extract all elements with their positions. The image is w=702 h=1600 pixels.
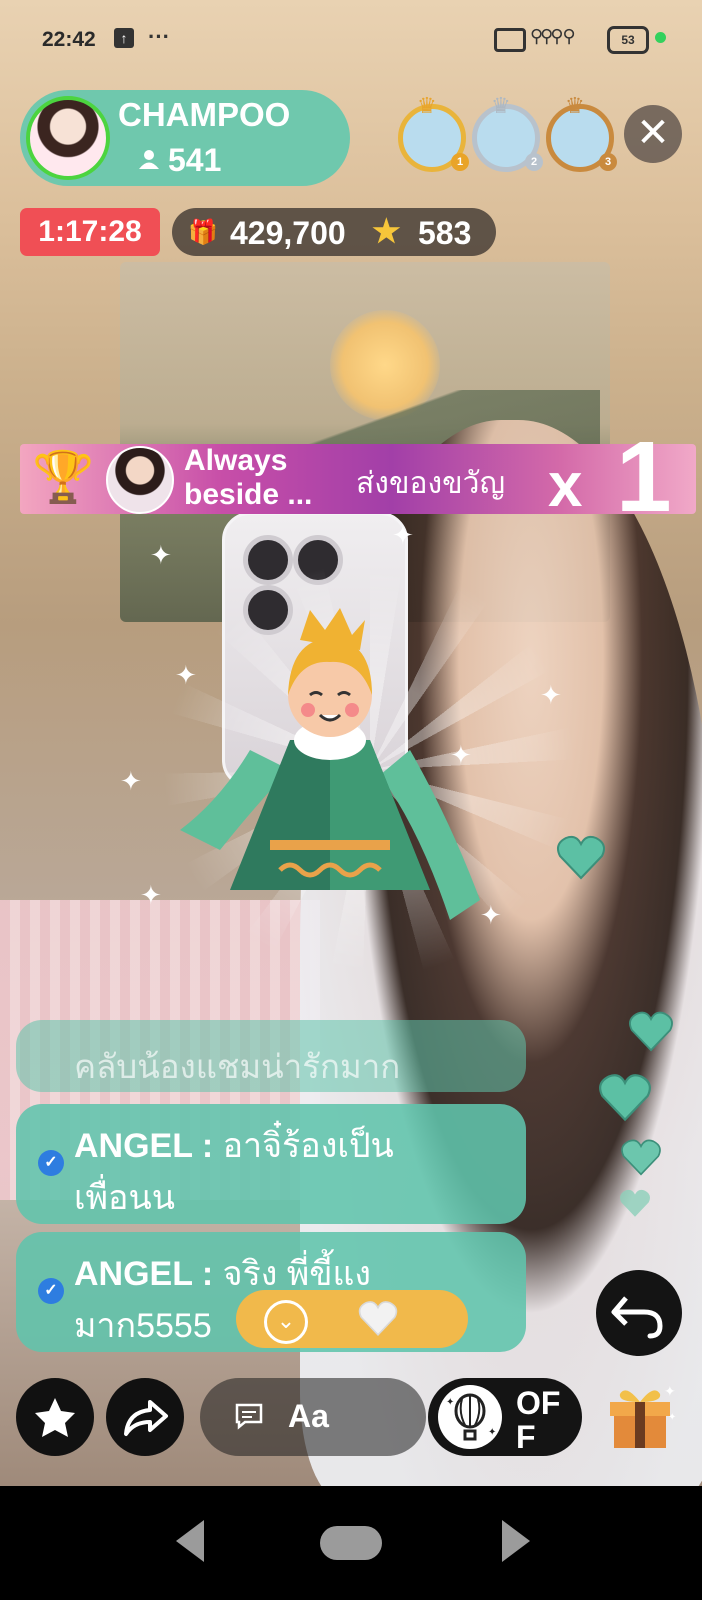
crown-icon: ♛	[491, 93, 511, 118]
camera-active-dot	[655, 32, 666, 43]
chat-username[interactable]: ANGEL	[74, 1255, 192, 1293]
chat-message-text: คลับน้องแชมน่ารักมาก	[74, 1048, 401, 1085]
chat-message-text: อาจิ๋ร้องเป็น	[222, 1127, 394, 1165]
star-icon: ★	[372, 213, 401, 249]
gift-sender-avatar	[106, 446, 174, 514]
rank-badge: 2	[525, 153, 543, 171]
chevron-down-icon[interactable]: ⌄	[264, 1300, 308, 1344]
svg-text:✦: ✦	[664, 1383, 676, 1399]
location-icons: ⚲⚲⚲ ⚲	[530, 26, 576, 46]
status-time: 22:42	[42, 28, 96, 51]
toggle-state-label: OFF	[516, 1385, 561, 1455]
verified-icon: ✓	[38, 1278, 64, 1304]
balloon-toggle[interactable]: ✦ ✦ OFF	[428, 1378, 582, 1456]
sparkle: ✦	[150, 540, 172, 570]
chat-message-faded: คลับน้องแชมน่ารักมาก	[16, 1020, 526, 1092]
gift-count: 1	[616, 421, 672, 533]
rank-badge: 1	[451, 153, 469, 171]
gift-box-icon: ✦ ✦	[610, 1383, 676, 1448]
princess-gift-animation	[180, 608, 480, 920]
sparkle: ✦	[140, 880, 162, 910]
svg-text:✦: ✦	[446, 1397, 454, 1408]
gift-sender-name: Always beside ...	[184, 444, 313, 511]
chat-input-button[interactable]: Aa	[200, 1378, 426, 1456]
home-nav-button[interactable]	[320, 1526, 382, 1560]
heart-icon[interactable]	[358, 1299, 398, 1342]
system-navigation-bar	[0, 1486, 702, 1600]
viewer-count: 541	[168, 142, 222, 178]
floating-heart-icon	[628, 1010, 674, 1052]
viewer-icon	[139, 150, 159, 169]
sparkle: ✦	[540, 680, 562, 710]
status-more: ···	[148, 24, 170, 49]
share-icon	[124, 1400, 168, 1436]
cast-icon	[494, 28, 526, 52]
chat-message-line2: เพื่อนน	[74, 1179, 175, 1217]
new-messages-pill[interactable]: ⌄	[236, 1290, 468, 1348]
reply-arrow-icon	[611, 1296, 663, 1339]
sparkle: ✦	[120, 766, 142, 796]
star-total: 583	[418, 215, 472, 251]
hot-air-balloon-icon: ✦ ✦	[438, 1385, 502, 1449]
chat-message[interactable]: ✓ ANGEL : อาจิ๋ร้องเป็น เพื่อนน	[16, 1104, 526, 1224]
chat-message-text: จริง พี่ขี้แง	[222, 1255, 372, 1293]
battery-indicator: 53	[607, 26, 649, 54]
svg-text:✦: ✦	[488, 1427, 496, 1438]
rank-badge: 3	[599, 153, 617, 171]
sparkle: ✦	[175, 660, 197, 690]
floating-heart-icon	[598, 1072, 652, 1122]
chat-message-line1: ANGEL : อาจิ๋ร้องเป็น	[74, 1118, 394, 1172]
floating-heart-icon	[556, 834, 606, 880]
gift-box-button[interactable]: ✦ ✦	[604, 1376, 684, 1461]
font-style-label: Aa	[288, 1398, 329, 1434]
rewind-button[interactable]	[596, 1270, 682, 1356]
floating-heart-icon	[618, 1188, 652, 1218]
top-fan-avatar-2[interactable]: ♛ 2	[472, 93, 543, 172]
live-stats-pill[interactable]: 🎁 429,700 ★ 583	[172, 208, 496, 256]
live-duration: 1:17:28	[20, 208, 160, 256]
sparkle: ✦	[480, 900, 502, 930]
chat-message-line2: มาก5555	[74, 1307, 212, 1345]
favorite-button[interactable]	[16, 1378, 94, 1456]
status-bar: 22:42 ↑ ··· ⚲⚲⚲ ⚲ 53	[0, 0, 702, 78]
floating-heart-icon	[620, 1138, 662, 1176]
svg-text:✦: ✦	[668, 1412, 676, 1423]
trophy-icon: 🏆	[32, 449, 95, 505]
close-button[interactable]: ✕	[624, 105, 682, 163]
chat-bubble-icon	[235, 1403, 263, 1430]
host-info-pill[interactable]: CHAMPOO 541	[20, 90, 350, 186]
chat-separator: :	[192, 1127, 223, 1165]
star-icon	[35, 1398, 75, 1437]
forward-nav-icon[interactable]	[496, 1516, 536, 1566]
sparkle: ✦	[450, 740, 472, 770]
gift-total: 429,700	[230, 215, 346, 251]
verified-icon: ✓	[38, 1150, 64, 1176]
top-fan-avatar-1[interactable]: ♛ 1	[398, 93, 469, 172]
host-name: CHAMPOO	[118, 96, 291, 133]
top-fan-avatar-3[interactable]: ♛ 3	[546, 93, 617, 172]
gift-action-text: ส่งของขวัญ	[356, 467, 506, 500]
chat-username[interactable]: ANGEL	[74, 1127, 192, 1165]
back-nav-icon[interactable]	[170, 1516, 210, 1566]
sparkle: ✦	[392, 520, 414, 550]
gift-icon: 🎁	[188, 219, 218, 246]
gift-banner: 🏆 Always beside ... ส่งของขวัญ x 1	[20, 421, 696, 533]
crown-icon: ♛	[417, 93, 437, 118]
share-button[interactable]	[106, 1378, 184, 1456]
gift-multiplier: x	[548, 451, 583, 520]
chat-separator: :	[192, 1255, 223, 1293]
close-icon: ✕	[636, 111, 670, 155]
upload-icon: ↑	[114, 28, 134, 48]
crown-icon: ♛	[565, 93, 585, 118]
host-avatar[interactable]	[26, 96, 110, 180]
